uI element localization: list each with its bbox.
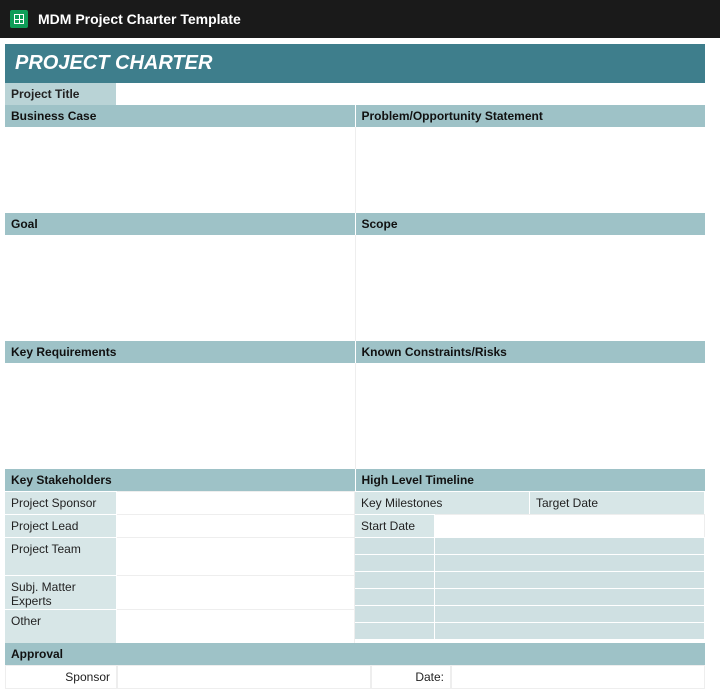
stk-project-sponsor-label: Project Sponsor [5, 491, 117, 514]
stk-project-sponsor-value[interactable] [117, 491, 355, 514]
tl-start-date-value[interactable] [435, 514, 705, 537]
approval-sponsor-value[interactable] [117, 665, 371, 689]
tl-start-date-label: Start Date [355, 514, 435, 537]
section-goal: Goal [5, 213, 356, 235]
timeline-table: Key Milestones Target Date Start Date [355, 491, 705, 643]
project-title-input[interactable] [117, 83, 705, 105]
section-scope: Scope [356, 213, 706, 235]
business-case-body[interactable] [5, 127, 356, 213]
app-topbar: MDM Project Charter Template [0, 0, 720, 38]
project-title-row: Project Title [5, 83, 705, 105]
tl-date-6[interactable] [435, 622, 705, 639]
tl-milestone-4[interactable] [355, 588, 435, 605]
tl-date-2[interactable] [435, 554, 705, 571]
tl-date-4[interactable] [435, 588, 705, 605]
section-known-constraints: Known Constraints/Risks [356, 341, 706, 363]
tl-milestone-6[interactable] [355, 622, 435, 639]
sheets-icon [10, 10, 28, 28]
tl-date-1[interactable] [435, 537, 705, 554]
key-requirements-body[interactable] [5, 363, 356, 469]
scope-body[interactable] [356, 235, 706, 341]
document-title[interactable]: MDM Project Charter Template [38, 11, 241, 27]
approval-row: Sponsor Date: [5, 665, 705, 689]
tl-milestone-1[interactable] [355, 537, 435, 554]
stk-other-label: Other [5, 609, 117, 643]
charter-banner: PROJECT CHARTER [5, 44, 705, 83]
tl-milestone-2[interactable] [355, 554, 435, 571]
known-constraints-body[interactable] [356, 363, 706, 469]
goal-body[interactable] [5, 235, 356, 341]
stk-project-team-value[interactable] [117, 537, 355, 575]
section-key-stakeholders: Key Stakeholders [5, 469, 356, 491]
stk-project-lead-label: Project Lead [5, 514, 117, 537]
approval-date-value[interactable] [451, 665, 705, 689]
stk-sme-label: Subj. Matter Experts [5, 575, 117, 609]
section-high-level-timeline: High Level Timeline [356, 469, 706, 491]
stk-sme-value[interactable] [117, 575, 355, 609]
approval-sponsor-label: Sponsor [5, 665, 117, 689]
section-approval: Approval [5, 643, 705, 665]
problem-statement-body[interactable] [356, 127, 706, 213]
charter-sheet: PROJECT CHARTER Project Title Business C… [5, 44, 705, 689]
stk-project-lead-value[interactable] [117, 514, 355, 537]
tl-target-date-header: Target Date [530, 491, 705, 514]
section-problem-statement: Problem/Opportunity Statement [356, 105, 706, 127]
project-title-label: Project Title [5, 83, 117, 105]
stk-other-value[interactable] [117, 609, 355, 643]
section-business-case: Business Case [5, 105, 356, 127]
tl-date-5[interactable] [435, 605, 705, 622]
stakeholders-table: Project Sponsor Project Lead Project Tea… [5, 491, 355, 643]
tl-date-3[interactable] [435, 571, 705, 588]
tl-milestone-3[interactable] [355, 571, 435, 588]
section-key-requirements: Key Requirements [5, 341, 356, 363]
tl-key-milestones-header: Key Milestones [355, 491, 530, 514]
approval-date-label: Date: [371, 665, 451, 689]
stk-project-team-label: Project Team [5, 537, 117, 575]
tl-milestone-5[interactable] [355, 605, 435, 622]
